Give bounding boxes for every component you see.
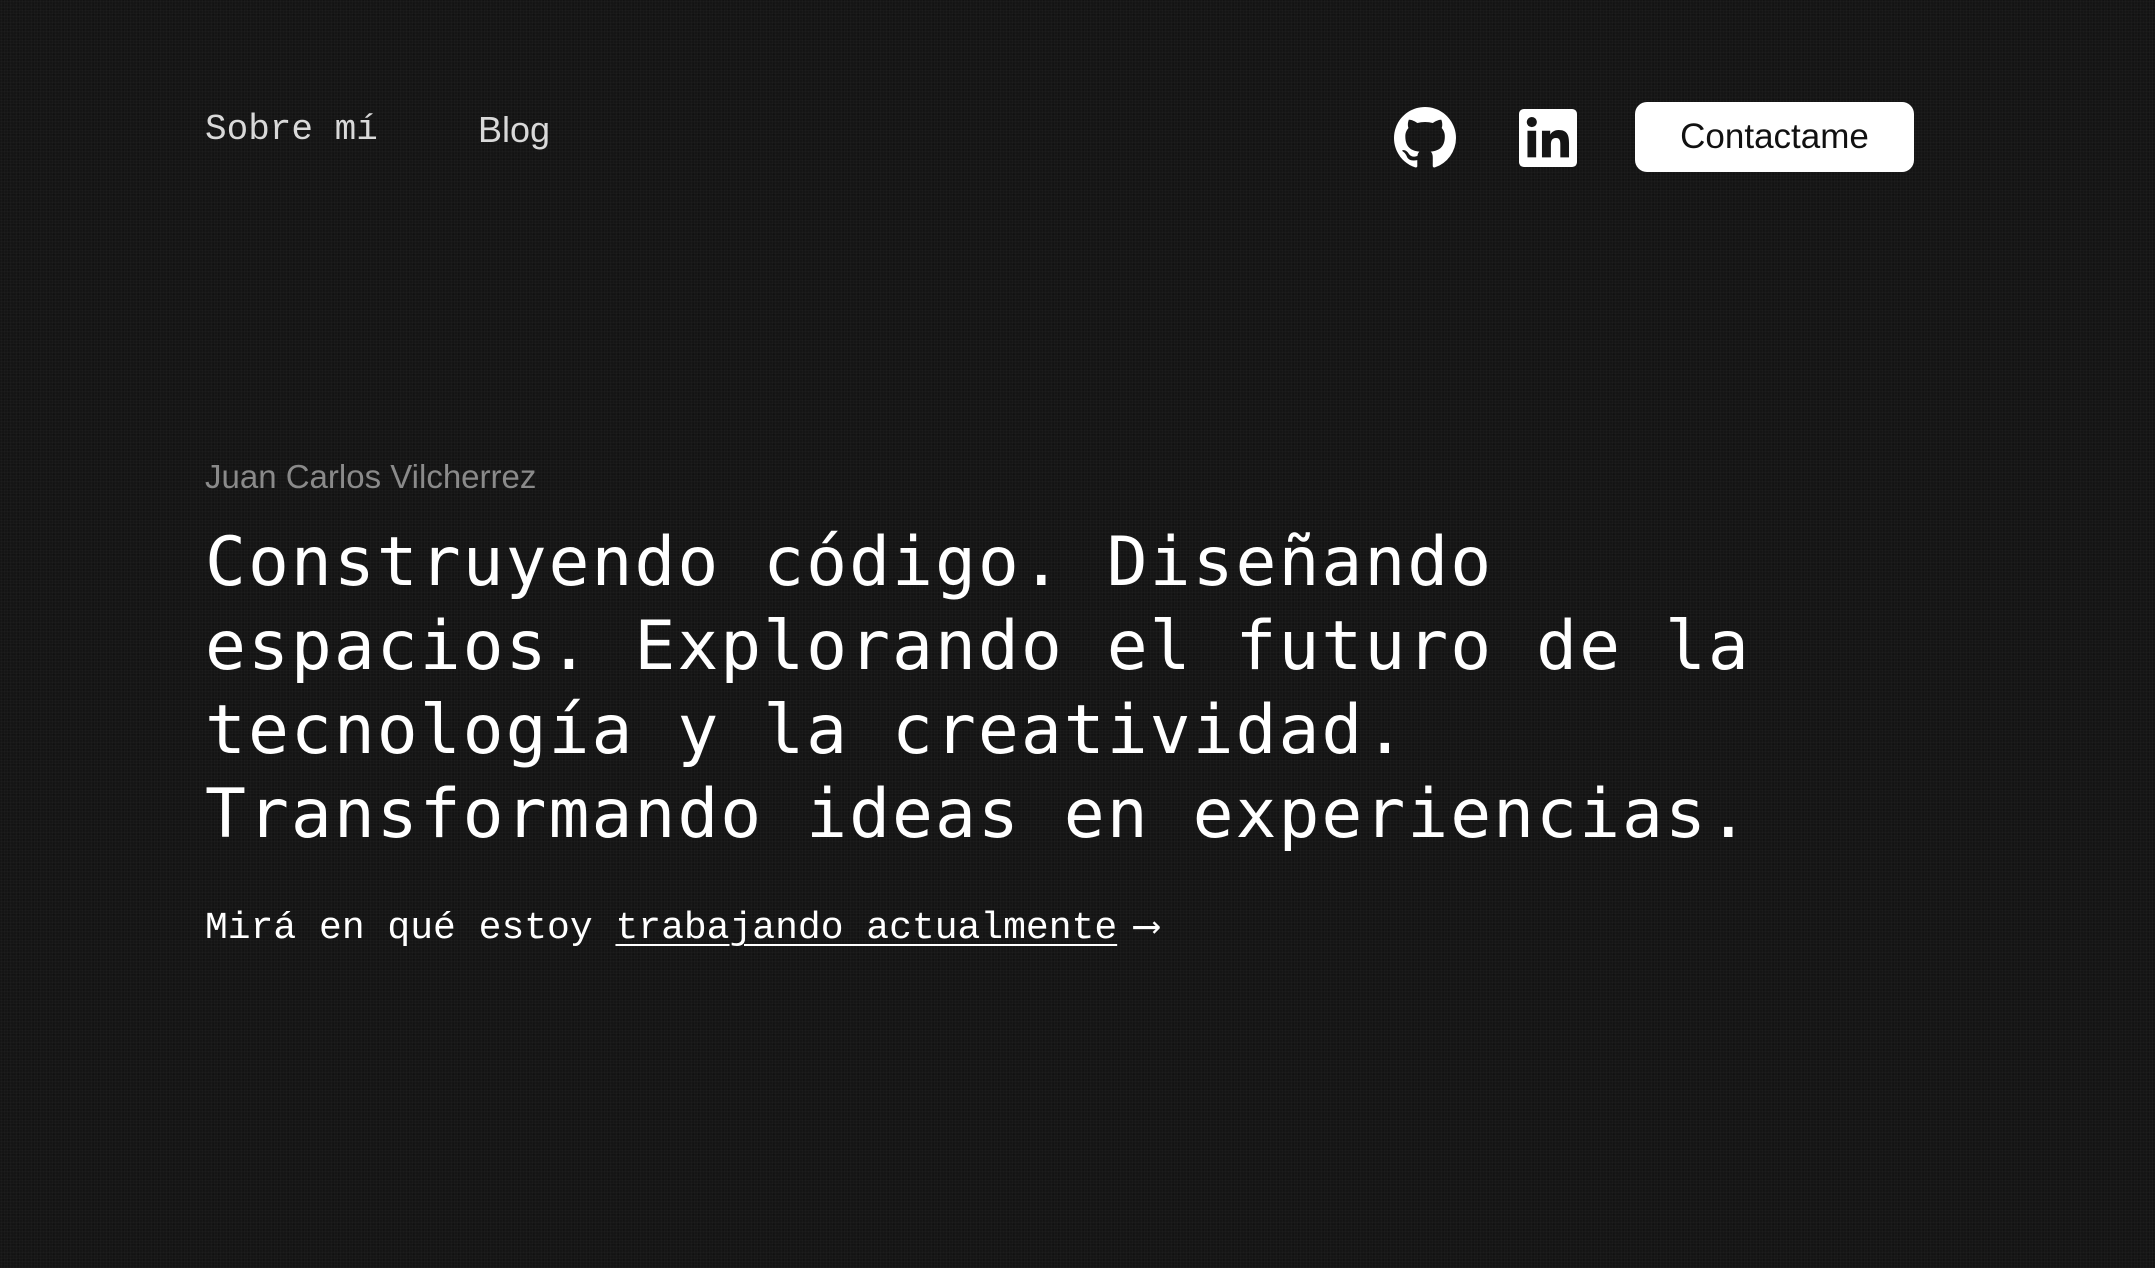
github-link[interactable] [1392,105,1458,171]
current-work-link[interactable]: trabajando actualmente [615,907,1117,950]
linkedin-icon [1519,109,1577,167]
nav-link-blog[interactable]: Blog [478,108,550,152]
hero-headline: Construyendo código. Diseñando espacios.… [205,523,1751,854]
nav-link-about[interactable]: Sobre mí [205,108,378,152]
github-icon [1394,107,1456,168]
contact-button[interactable]: Contactame [1635,102,1914,172]
arrow-right-icon: ⟶ [1135,907,1159,950]
hero-section: Juan Carlos Vilcherrez Construyendo códi… [205,455,1905,953]
author-name: Juan Carlos Vilcherrez [205,458,537,495]
current-work-cta: Mirá en qué estoy trabajando actualmente… [205,905,1905,953]
top-navigation: Sobre mí Blog Contactame [0,0,2155,200]
cta-prefix: Mirá en qué estoy [205,907,616,950]
linkedin-link[interactable] [1515,105,1581,171]
